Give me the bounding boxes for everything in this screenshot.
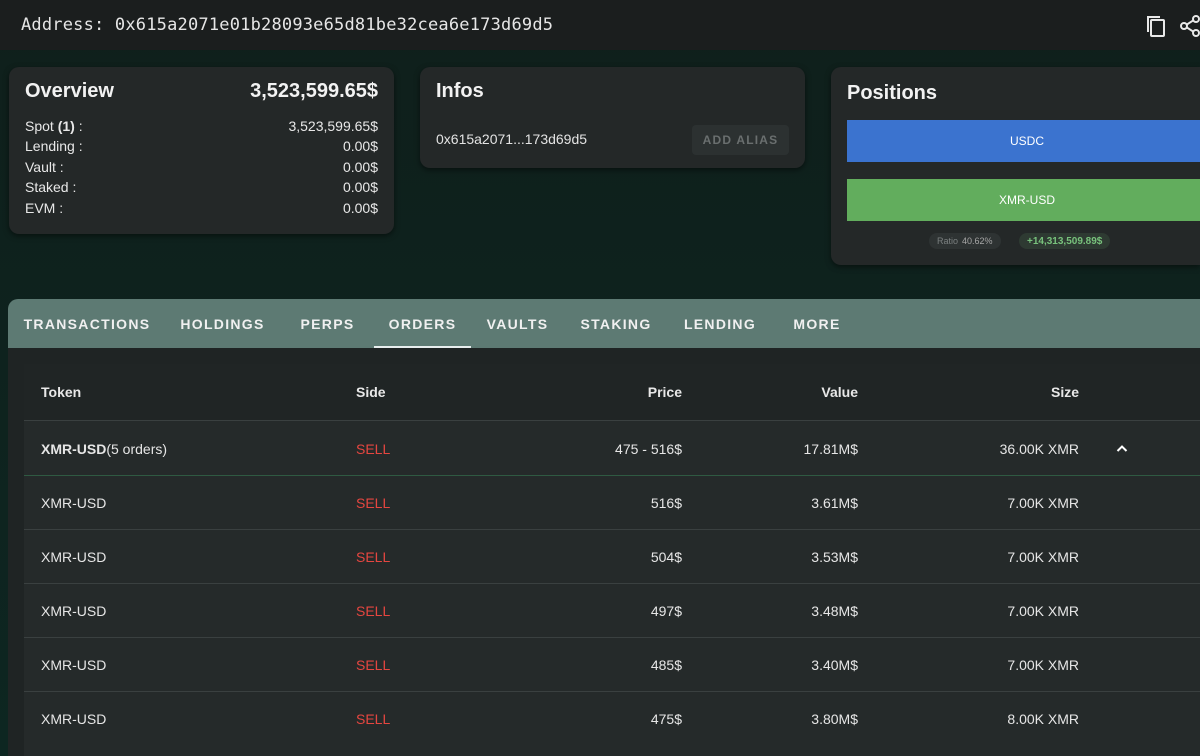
- infos-short-address: 0x615a2071...173d69d5: [436, 131, 588, 147]
- positions-title: Positions: [847, 82, 938, 104]
- address-label: Address:: [21, 15, 105, 35]
- infos-card: Infos 0x615a2071...173d69d5 ADD ALIAS: [420, 67, 805, 168]
- table-row[interactable]: XMR-USD SELL 485$ 3.40M$ 7.00K XMR: [24, 638, 1200, 692]
- row-size: 7.00K XMR: [1007, 602, 1079, 619]
- overview-row-evm: EVM : 0.00$: [25, 200, 378, 220]
- group-size: 36.00K XMR: [999, 440, 1079, 457]
- table-row[interactable]: XMR-USD SELL 504$ 3.53M$ 7.00K XMR: [24, 530, 1200, 584]
- row-token: XMR-USD: [41, 656, 107, 673]
- ratio-value: 40.62%: [962, 236, 993, 246]
- row-side: SELL: [356, 494, 391, 511]
- row-value: 3.80M$: [811, 711, 858, 727]
- chevron-up-icon[interactable]: [1114, 422, 1130, 475]
- pnl-badge: +14,313,509.89$: [1019, 233, 1111, 249]
- overview-row-label: Lending :: [25, 138, 83, 154]
- address-bar: Address: 0x615a2071e01b28093e65d81be32ce…: [0, 0, 1200, 50]
- row-token: XMR-USD: [41, 548, 107, 565]
- address-value: 0x615a2071e01b28093e65d81be32cea6e173d69…: [114, 15, 554, 35]
- column-header-price[interactable]: Price: [648, 364, 682, 420]
- table-row[interactable]: XMR-USD SELL 516$ 3.61M$ 7.00K XMR: [24, 476, 1200, 530]
- overview-row-value: 0.00$: [342, 138, 378, 154]
- group-value: 17.81M$: [803, 440, 858, 457]
- row-value: 3.40M$: [811, 656, 858, 673]
- table-row[interactable]: XMR-USD SELL 497$ 3.48M$ 7.00K XMR: [24, 584, 1200, 638]
- overview-row-value: 0.00$: [342, 179, 378, 195]
- overview-row-value: 3,523,599.65$: [288, 118, 378, 134]
- row-value: 3.61M$: [811, 494, 858, 511]
- group-side: SELL: [356, 440, 391, 457]
- column-header-token[interactable]: Token: [41, 364, 81, 420]
- overview-row-lending: Lending : 0.00$: [25, 138, 378, 158]
- tab-perps[interactable]: PERPS: [294, 299, 361, 348]
- position-bar-usdc[interactable]: USDC: [847, 120, 1200, 162]
- share-icon[interactable]: [1178, 14, 1200, 38]
- orders-panel: Token Side Price Value Size XMR-USD (5 or…: [8, 348, 1200, 756]
- address-display: Address: 0x615a2071e01b28093e65d81be32ce…: [21, 15, 553, 35]
- tab-staking[interactable]: STAKING: [576, 299, 656, 348]
- group-order-count: (5 orders): [106, 440, 168, 457]
- overview-card: Overview 3,523,599.65$ Spot (1) : 3,523,…: [9, 67, 394, 234]
- row-size: 7.00K XMR: [1007, 494, 1079, 511]
- row-price: 516$: [650, 494, 682, 511]
- copy-icon[interactable]: [1144, 14, 1168, 38]
- row-price: 475$: [650, 711, 682, 727]
- row-size: 7.00K XMR: [1007, 548, 1079, 565]
- overview-row-label: EVM :: [25, 200, 64, 216]
- position-bar-label: XMR-USD: [999, 193, 1055, 207]
- tab-vaults[interactable]: VAULTS: [484, 299, 551, 348]
- overview-title: Overview: [25, 80, 114, 102]
- row-value: 3.53M$: [811, 548, 858, 565]
- column-header-size[interactable]: Size: [1051, 364, 1079, 420]
- overview-row-spot: Spot (1) : 3,523,599.65$: [25, 118, 378, 138]
- table-header: Token Side Price Value Size: [24, 364, 1200, 421]
- row-side: SELL: [356, 548, 391, 565]
- tab-holdings[interactable]: HOLDINGS: [175, 299, 270, 348]
- row-side: SELL: [356, 602, 391, 619]
- tab-bar: TRANSACTIONS HOLDINGS PERPS ORDERS VAULT…: [8, 299, 1200, 348]
- row-price: 504$: [650, 548, 682, 565]
- group-price: 475 - 516$: [615, 440, 682, 457]
- row-price: 497$: [650, 602, 682, 619]
- overview-row-value: 0.00$: [342, 159, 378, 175]
- overview-row-label: Vault :: [25, 159, 64, 175]
- add-alias-button[interactable]: ADD ALIAS: [692, 125, 789, 155]
- column-header-value[interactable]: Value: [821, 364, 858, 420]
- table-row[interactable]: XMR-USD SELL 475$ 3.80M$ 8.00K XMR: [24, 692, 1200, 746]
- row-side: SELL: [356, 656, 391, 673]
- overview-row-staked: Staked : 0.00$: [25, 179, 378, 199]
- row-value: 3.48M$: [811, 602, 858, 619]
- overview-row-value: 0.00$: [342, 200, 378, 216]
- row-token: XMR-USD: [41, 494, 107, 511]
- overview-row-vault: Vault : 0.00$: [25, 159, 378, 179]
- row-token: XMR-USD: [41, 711, 107, 727]
- column-header-side[interactable]: Side: [356, 364, 386, 420]
- positions-card: Positions USDC XMR-USD Ratio 40.62% +14,…: [831, 67, 1200, 265]
- position-bar-xmr-usd[interactable]: XMR-USD: [847, 179, 1200, 221]
- position-bar-label: USDC: [1009, 134, 1044, 148]
- tab-transactions[interactable]: TRANSACTIONS: [18, 299, 156, 348]
- row-side: SELL: [356, 711, 391, 727]
- overview-row-label: Staked :: [25, 179, 77, 195]
- tab-orders[interactable]: ORDERS: [374, 299, 471, 348]
- infos-title: Infos: [436, 80, 484, 102]
- orders-table: Token Side Price Value Size XMR-USD (5 or…: [24, 364, 1200, 756]
- group-token: XMR-USD (5 orders): [41, 422, 167, 475]
- row-size: 8.00K XMR: [1007, 711, 1079, 727]
- overview-row-label: Spot (1) :: [25, 118, 83, 134]
- ratio-label: Ratio: [937, 236, 959, 246]
- overview-total: 3,523,599.65$: [250, 80, 378, 102]
- row-size: 7.00K XMR: [1007, 656, 1079, 673]
- tab-more[interactable]: MORE: [789, 299, 845, 348]
- ratio-badge: Ratio 40.62%: [929, 233, 1001, 249]
- group-token-name: XMR-USD: [41, 440, 107, 457]
- tab-lending[interactable]: LENDING: [680, 299, 760, 348]
- row-price: 485$: [650, 656, 682, 673]
- order-group-row[interactable]: XMR-USD (5 orders) SELL 475 - 516$ 17.81M…: [24, 422, 1200, 476]
- row-token: XMR-USD: [41, 602, 107, 619]
